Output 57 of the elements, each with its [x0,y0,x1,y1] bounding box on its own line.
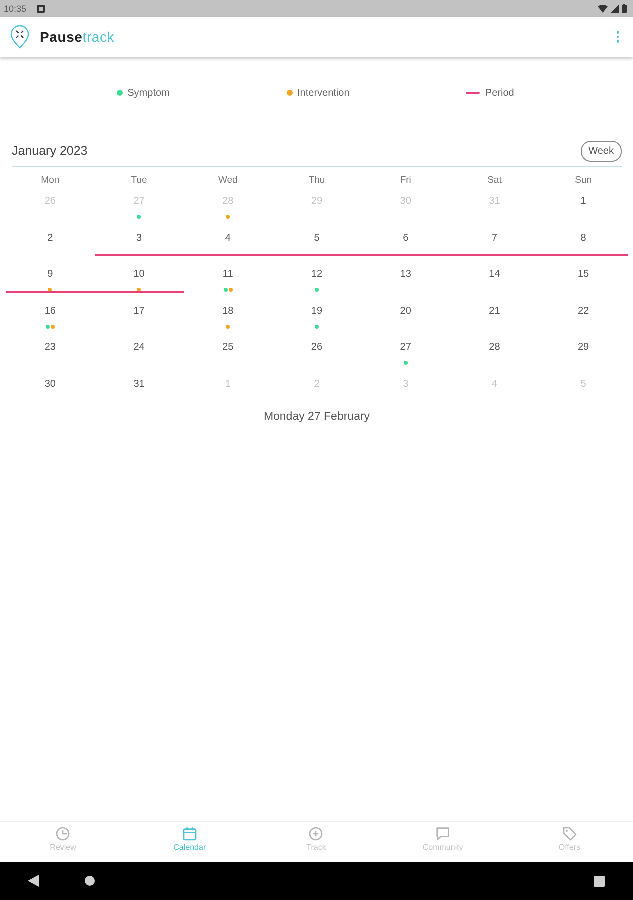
calendar-day[interactable]: 12 [300,263,334,294]
status-time: 10:35 [4,4,27,14]
calendar-day[interactable]: 16 [33,300,68,331]
calendar-day[interactable]: 2 [33,226,68,258]
battery-icon [622,4,627,13]
app-title: Pausetrack [40,29,115,45]
calendar-day[interactable]: 30 [33,372,68,404]
calendar-icon [182,826,198,842]
calendar-day[interactable]: 19 [300,300,334,331]
calendar-day[interactable]: 28 [478,336,512,368]
calendar-day[interactable]: 20 [388,300,423,331]
clock-icon [55,826,72,842]
weekday-label: Wed [218,174,238,186]
calendar-day[interactable]: 21 [478,300,512,331]
calendar-day[interactable]: 22 [566,300,601,331]
plus-circle-icon [308,826,324,842]
home-icon[interactable] [85,876,95,886]
back-icon[interactable] [28,875,39,887]
calendar-day[interactable]: 26 [300,336,334,368]
calendar-day[interactable]: 18 [211,300,246,331]
legend-label: Intervention [298,88,350,98]
weekday-label: Mon [41,174,60,186]
calendar-day[interactable]: 13 [388,263,423,294]
calendar-day[interactable]: 23 [33,336,68,368]
weekday-label: Tue [131,174,148,186]
calendar-day[interactable]: 4 [211,226,246,258]
recents-icon[interactable] [594,876,605,886]
calendar-day[interactable]: 24 [122,336,156,368]
signal-icon [611,4,619,12]
calendar-day[interactable]: 3 [122,226,156,258]
location-pin-logo-icon [10,25,30,49]
calendar-day[interactable]: 25 [211,336,246,368]
calendar-day[interactable]: 1 [566,190,601,221]
calendar-day[interactable]: 8 [566,226,601,258]
week-view-button[interactable]: Week [580,140,622,162]
calendar-day[interactable]: 31 [122,372,156,404]
calendar-day[interactable]: 7 [478,226,512,258]
weekday-label: Fri [400,174,412,186]
notification-icon [36,4,45,12]
wifi-icon [598,4,608,12]
weekday-label: Sun [575,174,592,186]
calendar-day[interactable]: 15 [566,263,601,294]
calendar-day[interactable]: 17 [122,300,156,331]
calendar-day[interactable]: 5 [300,226,334,258]
calendar-day[interactable]: 11 [211,263,246,294]
calendar-day[interactable]: 14 [478,263,512,294]
legend-label: Symptom [128,88,170,98]
tag-icon [562,826,578,842]
calendar-day[interactable]: 6 [388,226,423,258]
legend-label: Period [485,88,514,98]
calendar-day[interactable]: 27 [388,336,423,368]
weekday-label: Thu [308,174,326,186]
month-title: January 2023 [12,144,88,158]
selected-date-label: Monday 27 February [264,410,370,424]
weekday-label: Sat [488,174,502,186]
speech-bubble-icon [435,826,452,842]
calendar-day[interactable]: 29 [566,336,601,368]
